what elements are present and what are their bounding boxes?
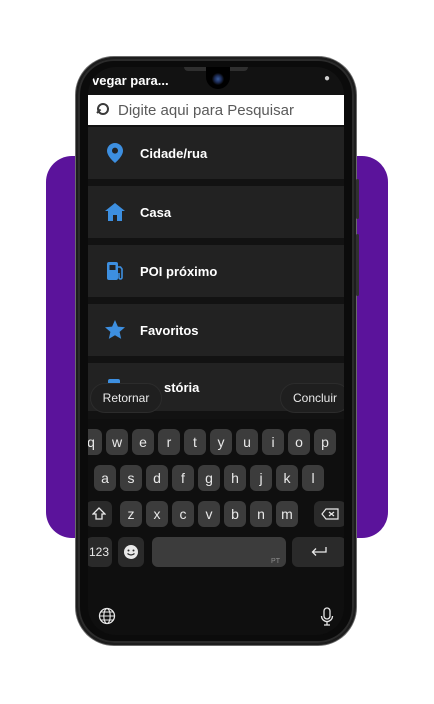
key-b[interactable]: b <box>224 501 246 527</box>
space-bar[interactable]: PT <box>152 537 286 567</box>
keyboard-row-2: a s d f g h j k l <box>88 465 344 491</box>
key-h[interactable]: h <box>224 465 246 491</box>
menu-item-city-street[interactable]: Cidade/rua <box>88 127 344 179</box>
menu-item-favorites[interactable]: Favoritos <box>88 304 344 356</box>
keyboard-row-4: 123 PT <box>88 537 344 567</box>
key-t[interactable]: t <box>184 429 206 455</box>
virtual-keyboard: q w e r t y u i o p a s d f g h j k l z … <box>88 419 344 635</box>
status-title: vegar para... <box>92 73 169 88</box>
emoji-key[interactable] <box>118 537 144 567</box>
shift-key[interactable] <box>88 501 112 527</box>
key-q[interactable]: q <box>88 429 102 455</box>
key-l[interactable]: l <box>302 465 324 491</box>
enter-key[interactable] <box>292 537 344 567</box>
key-i[interactable]: i <box>262 429 284 455</box>
menu-item-nearby-poi[interactable]: POI próximo <box>88 245 344 297</box>
fuel-pump-icon <box>104 260 126 282</box>
key-r[interactable]: r <box>158 429 180 455</box>
key-k[interactable]: k <box>276 465 298 491</box>
phone-screen: vegar para... ● Cidade/rua Casa <box>88 67 344 635</box>
star-icon <box>104 319 126 341</box>
key-s[interactable]: s <box>120 465 142 491</box>
key-g[interactable]: g <box>198 465 220 491</box>
done-button[interactable]: Concluir <box>280 383 344 413</box>
side-button <box>356 234 359 296</box>
key-d[interactable]: d <box>146 465 168 491</box>
menu-item-label: Favoritos <box>140 322 199 338</box>
globe-icon[interactable] <box>98 607 116 630</box>
key-f[interactable]: f <box>172 465 194 491</box>
key-c[interactable]: c <box>172 501 194 527</box>
search-bar[interactable] <box>88 95 344 125</box>
enter-icon <box>311 547 327 556</box>
emoji-icon <box>124 545 138 559</box>
keyboard-row-1: q w e r t y u i o p <box>88 429 344 455</box>
language-indicator: PT <box>271 558 280 565</box>
phone-frame: vegar para... ● Cidade/rua Casa <box>76 57 359 645</box>
back-button[interactable]: Retornar <box>90 383 162 413</box>
key-a[interactable]: a <box>94 465 116 491</box>
microphone-icon[interactable] <box>320 607 334 632</box>
menu-item-label: Cidade/rua <box>140 145 208 161</box>
key-m[interactable]: m <box>276 501 298 527</box>
menu-item-home[interactable]: Casa <box>88 186 344 238</box>
backspace-icon <box>321 508 339 520</box>
numbers-key[interactable]: 123 <box>88 537 112 567</box>
key-w[interactable]: w <box>106 429 128 455</box>
location-pin-icon <box>104 142 126 164</box>
key-y[interactable]: y <box>210 429 232 455</box>
front-camera-icon <box>212 73 224 85</box>
key-n[interactable]: n <box>250 501 272 527</box>
search-icon <box>96 102 112 118</box>
key-v[interactable]: v <box>198 501 220 527</box>
side-button <box>356 179 359 219</box>
key-z[interactable]: z <box>120 501 142 527</box>
keyboard-action-bar: Retornar Concluir <box>88 377 344 413</box>
backspace-key[interactable] <box>314 501 344 527</box>
menu-item-label: POI próximo <box>140 263 218 279</box>
key-u[interactable]: u <box>236 429 258 455</box>
status-bar: vegar para... ● <box>88 67 344 93</box>
keyboard-row-3: z x c v b n m <box>88 501 344 527</box>
key-x[interactable]: x <box>146 501 168 527</box>
menu-item-label: Casa <box>140 204 172 220</box>
shift-arrow-icon <box>92 507 106 520</box>
key-o[interactable]: o <box>288 429 310 455</box>
key-e[interactable]: e <box>132 429 154 455</box>
search-input[interactable] <box>118 101 338 119</box>
key-j[interactable]: j <box>250 465 272 491</box>
home-icon <box>104 201 126 223</box>
user-status-icon: ● <box>323 73 330 84</box>
key-p[interactable]: p <box>314 429 336 455</box>
